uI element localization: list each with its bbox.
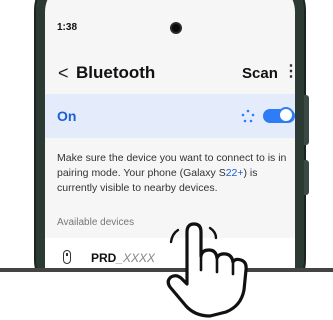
mouse-icon — [63, 250, 71, 264]
power-button — [304, 160, 309, 195]
pointing-hand-icon — [166, 222, 248, 318]
pairing-description: Make sure the device you want to connect… — [57, 152, 287, 194]
bluetooth-switch[interactable] — [263, 107, 295, 123]
volume-button — [304, 95, 309, 145]
back-icon[interactable]: < — [58, 64, 69, 82]
scan-button[interactable]: Scan — [242, 66, 278, 82]
page-title: Bluetooth — [76, 63, 156, 82]
status-time: 1:38 — [57, 22, 78, 33]
more-options-icon[interactable]: ⋮ — [283, 63, 299, 81]
available-devices-label: Available devices — [57, 217, 135, 228]
scanning-icon — [241, 109, 255, 123]
switch-knob — [278, 107, 294, 123]
toggle-label: On — [57, 108, 77, 124]
front-camera — [170, 22, 182, 34]
bluetooth-toggle-row[interactable]: On — [45, 94, 295, 138]
